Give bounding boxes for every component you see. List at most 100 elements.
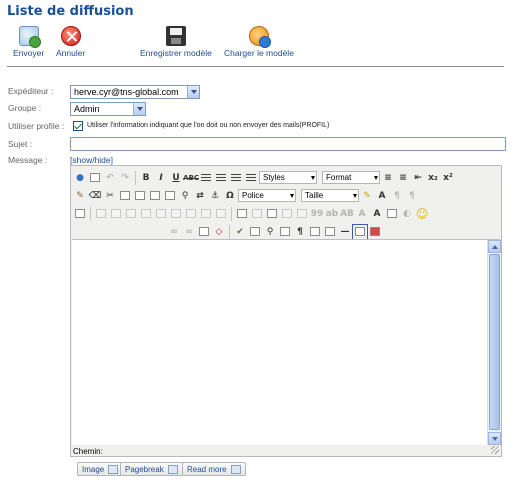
- insert-col-icon[interactable]: [169, 207, 183, 221]
- delete-row-icon[interactable]: [154, 207, 168, 221]
- move-backward-icon[interactable]: [280, 207, 294, 221]
- split-cells-icon[interactable]: [199, 207, 213, 221]
- del-icon[interactable]: A: [355, 207, 369, 221]
- text-color-icon[interactable]: A: [375, 189, 389, 203]
- rtl-icon[interactable]: ¶: [405, 189, 419, 203]
- media-icon[interactable]: ◐: [400, 207, 414, 221]
- paragraph-icon[interactable]: ¶: [293, 225, 307, 239]
- delete-col-icon[interactable]: [184, 207, 198, 221]
- eraser-icon[interactable]: ⌫: [88, 189, 102, 203]
- underline-icon[interactable]: U: [169, 171, 183, 185]
- chevron-down-icon: [290, 194, 294, 198]
- html-source-icon[interactable]: ◇: [212, 225, 226, 239]
- link-icon[interactable]: ∞: [167, 225, 181, 239]
- chevron-down-icon: [133, 103, 145, 115]
- cancel-icon: [60, 26, 81, 46]
- anchor-icon[interactable]: ⚓: [208, 189, 222, 203]
- chevron-down-icon: [187, 86, 199, 98]
- scroll-down-icon[interactable]: [488, 432, 501, 445]
- pagebreak-button[interactable]: Pagebreak: [120, 462, 183, 476]
- paste-icon[interactable]: [133, 189, 147, 203]
- unlink-icon[interactable]: ∞: [182, 225, 196, 239]
- bold-icon[interactable]: B: [139, 171, 153, 185]
- insert-layer-icon[interactable]: [235, 207, 249, 221]
- save-model-button[interactable]: Enregistrer modèle: [140, 26, 212, 58]
- vertical-scrollbar[interactable]: [487, 240, 501, 445]
- unordered-list-icon[interactable]: ≡: [396, 171, 410, 185]
- strikethrough-icon[interactable]: ABC: [183, 171, 199, 185]
- align-left-icon[interactable]: [199, 171, 213, 185]
- find-icon[interactable]: ⚲: [178, 189, 192, 203]
- ins-icon[interactable]: A: [370, 207, 384, 221]
- highlight-color-icon[interactable]: ✎: [360, 189, 374, 203]
- paste-word-icon[interactable]: [163, 189, 177, 203]
- save-model-label: Enregistrer modèle: [140, 48, 212, 58]
- edit-css-icon[interactable]: [73, 207, 87, 221]
- fullscreen-icon[interactable]: [352, 223, 368, 240]
- emoticon-icon[interactable]: ☺: [415, 207, 429, 221]
- acronym-icon[interactable]: AB: [340, 207, 354, 221]
- attribs-icon[interactable]: [385, 207, 399, 221]
- load-model-label: Charger le modèle: [224, 48, 294, 58]
- send-button[interactable]: Envoyer: [13, 26, 44, 58]
- font-size-dropdown[interactable]: Taille: [301, 189, 359, 202]
- visual-chars-icon[interactable]: [308, 225, 322, 239]
- image-button[interactable]: Image: [77, 462, 124, 476]
- absolute-icon[interactable]: [265, 207, 279, 221]
- font-family-dropdown[interactable]: Police: [238, 189, 296, 202]
- cell-props-icon[interactable]: [124, 207, 138, 221]
- template-icon[interactable]: [323, 225, 337, 239]
- preview-icon[interactable]: ⚲: [263, 225, 277, 239]
- date-icon[interactable]: [248, 225, 262, 239]
- styles-dropdown[interactable]: Styles: [259, 171, 317, 184]
- superscript-icon[interactable]: x²: [441, 171, 455, 185]
- editor-toolbar-row-2: ✎ ⌫ ✂ ⚲ ⇄ ⚓ Ω Police Taille ✎ A ¶ ¶: [73, 187, 419, 204]
- ordered-list-icon[interactable]: ≡: [381, 171, 395, 185]
- redo-icon[interactable]: ↷: [118, 171, 132, 185]
- spellcheck-icon[interactable]: ✔: [233, 225, 247, 239]
- horizontal-rule-icon[interactable]: —: [338, 225, 352, 239]
- cite-icon[interactable]: 99: [310, 207, 324, 221]
- editor-toolbar-row-4: ∞ ∞ ◇ ✔ ⚲ ¶ —: [167, 223, 382, 240]
- scroll-up-icon[interactable]: [488, 240, 501, 253]
- align-right-icon[interactable]: [229, 171, 243, 185]
- undo-icon[interactable]: ↶: [103, 171, 117, 185]
- merge-cells-icon[interactable]: [214, 207, 228, 221]
- abbr-icon[interactable]: ab: [325, 207, 339, 221]
- move-forward-icon[interactable]: [250, 207, 264, 221]
- pagebreak-icon: [167, 464, 178, 474]
- sender-select[interactable]: herve.cyr@tns-global.com: [70, 85, 200, 99]
- format-dropdown[interactable]: Format: [322, 171, 380, 184]
- paste-text-icon[interactable]: [148, 189, 162, 203]
- insert-image-icon[interactable]: [368, 225, 382, 239]
- visual-aid-icon[interactable]: [295, 207, 309, 221]
- align-center-icon[interactable]: [214, 171, 228, 185]
- scrollbar-thumb[interactable]: [489, 254, 500, 430]
- cancel-button[interactable]: Annuler: [56, 26, 85, 58]
- row-props-icon[interactable]: [109, 207, 123, 221]
- readmore-button[interactable]: Read more: [182, 462, 246, 476]
- group-select[interactable]: Admin: [70, 102, 146, 116]
- resize-handle-icon[interactable]: [491, 446, 499, 454]
- cut-icon[interactable]: ✂: [103, 189, 117, 203]
- replace-icon[interactable]: ⇄: [193, 189, 207, 203]
- help-icon[interactable]: ●: [73, 171, 87, 185]
- subject-input[interactable]: [70, 137, 506, 151]
- use-profile-checkbox[interactable]: [73, 121, 83, 131]
- showhide-link[interactable]: [show/hide]: [70, 155, 113, 165]
- subscript-icon[interactable]: x₂: [426, 171, 440, 185]
- load-model-button[interactable]: Charger le modèle: [224, 26, 294, 58]
- table-icon[interactable]: [94, 207, 108, 221]
- ltr-icon[interactable]: ¶: [390, 189, 404, 203]
- italic-icon[interactable]: I: [154, 171, 168, 185]
- insert-row-icon[interactable]: [139, 207, 153, 221]
- align-justify-icon[interactable]: [244, 171, 258, 185]
- special-char-icon[interactable]: Ω: [223, 189, 237, 203]
- outdent-icon[interactable]: ⇤: [411, 171, 425, 185]
- new-document-icon[interactable]: [88, 171, 102, 185]
- print-icon[interactable]: [278, 225, 292, 239]
- message-body[interactable]: [72, 239, 501, 445]
- copy-icon[interactable]: [118, 189, 132, 203]
- image-insert-icon[interactable]: [197, 225, 211, 239]
- cleanup-icon[interactable]: ✎: [73, 189, 87, 203]
